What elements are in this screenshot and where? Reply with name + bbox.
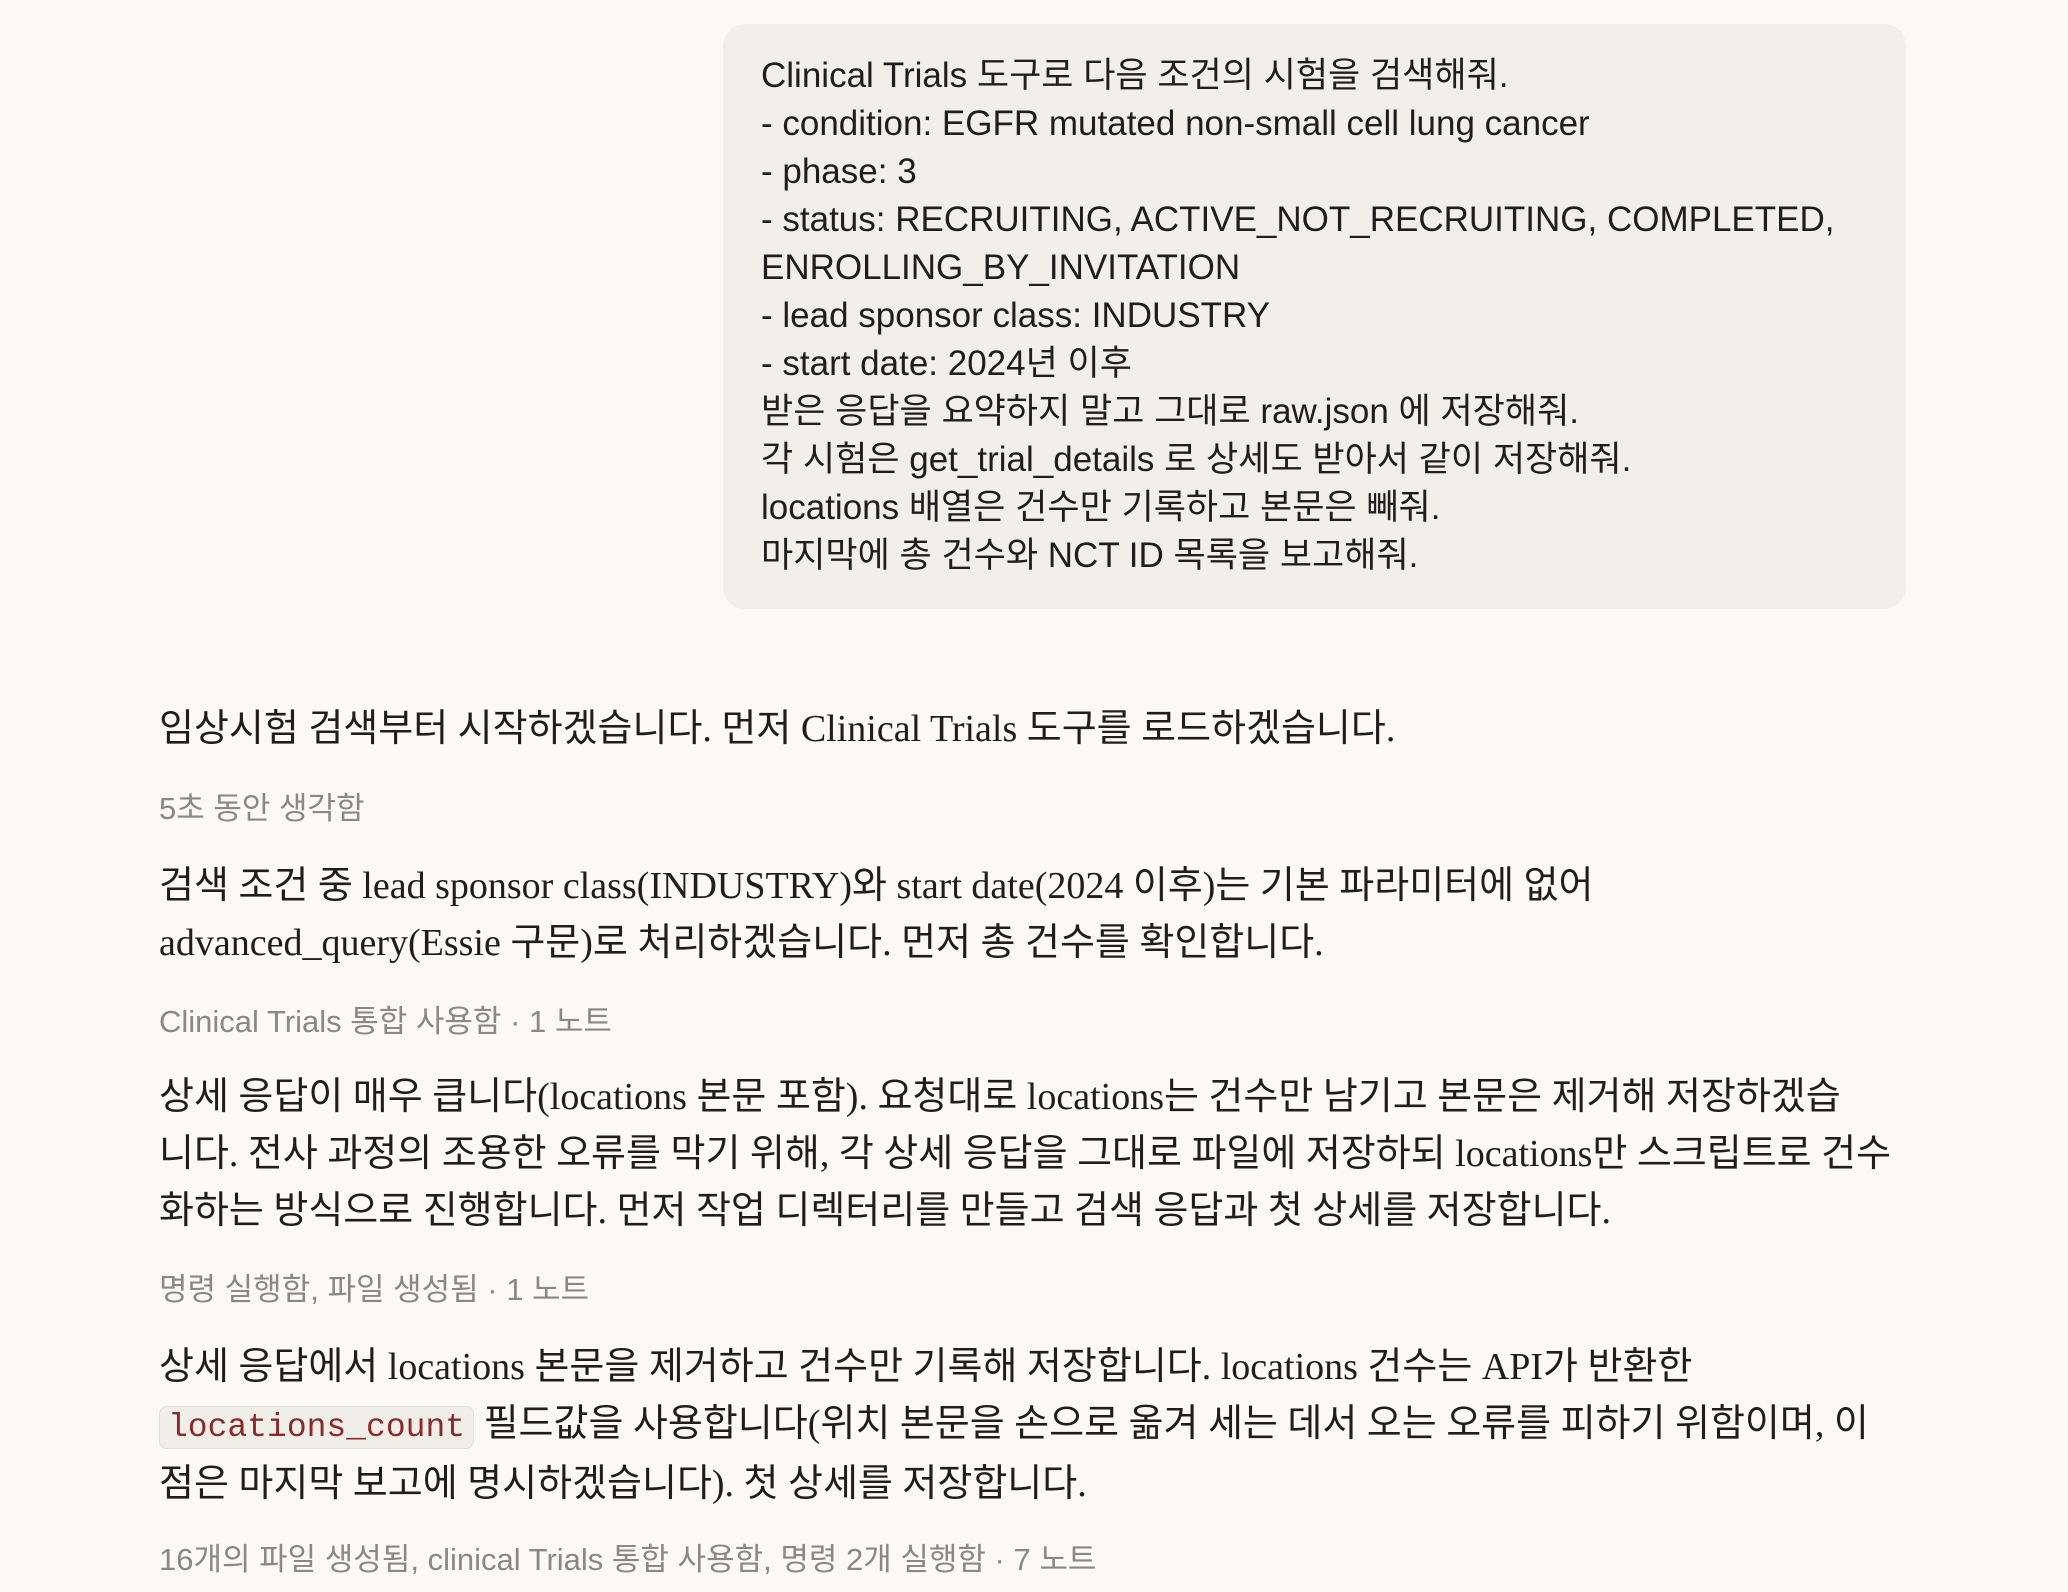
paragraph-line: 상세 응답이 매우 큽니다(locations 본문 포함). 요청대로 loc…	[159, 1076, 1841, 1118]
assistant-paragraph-2: 검색 조건 중 lead sponsor class(INDUSTRY)와 st…	[159, 858, 1839, 972]
assistant-paragraph-1: 임상시험 검색부터 시작하겠습니다. 먼저 Clinical Trials 도구…	[159, 701, 1839, 758]
paragraph-line: 화하는 방식으로 진행합니다. 먼저 작업 디렉터리를 만들고 검색 응답과 첫…	[159, 1190, 1611, 1232]
inline-code: locations_count	[159, 1406, 475, 1449]
paragraph-line: 임상시험 검색부터 시작하겠습니다. 먼저 Clinical Trials 도구…	[159, 708, 1396, 750]
user-message-line: 받은 응답을 요약하지 말고 그대로 raw.json 에 저장해줘.	[761, 392, 1579, 431]
user-message-bubble: Clinical Trials 도구로 다음 조건의 시험을 검색해줘. - c…	[723, 24, 1906, 609]
user-message-line: Clinical Trials 도구로 다음 조건의 시험을 검색해줘.	[761, 56, 1509, 95]
paragraph-line: 점은 마지막 보고에 명시하겠습니다). 첫 상세를 저장합니다.	[159, 1463, 1087, 1505]
assistant-paragraph-3: 상세 응답이 매우 큽니다(locations 본문 포함). 요청대로 loc…	[159, 1069, 1892, 1240]
paragraph-line: advanced_query(Essie 구문)로 처리하겠습니다. 먼저 총 …	[159, 922, 1324, 964]
thinking-summary-toggle[interactable]: 5초 동안 생각함	[159, 789, 365, 829]
user-message-line: - phase: 3	[761, 152, 917, 191]
user-message-line: - start date: 2024년 이후	[761, 344, 1132, 383]
user-message-line: 각 시험은 get_trial_details 로 상세도 받아서 같이 저장해…	[761, 440, 1632, 479]
user-message-line: - condition: EGFR mutated non-small cell…	[761, 104, 1590, 143]
user-message-line: 마지막에 총 건수와 NCT ID 목록을 보고해줘.	[761, 536, 1419, 575]
paragraph-line: 니다. 전사 과정의 조용한 오류를 막기 위해, 각 상세 응답을 그대로 파…	[159, 1133, 1892, 1175]
tool-use-summary-toggle[interactable]: 16개의 파일 생성됨, clinical Trials 통합 사용함, 명령 …	[159, 1540, 1096, 1580]
paragraph-text: 필드값을 사용합니다(위치 본문을 손으로 옮겨 세는 데서 오는 오류를 피하…	[474, 1403, 1869, 1445]
paragraph-line: locations_count 필드값을 사용합니다(위치 본문을 손으로 옮겨…	[159, 1396, 1869, 1456]
user-message-line: ENROLLING_BY_INVITATION	[761, 248, 1241, 287]
user-message-line: - status: RECRUITING, ACTIVE_NOT_RECRUIT…	[761, 200, 1835, 239]
user-message-line: locations 배열은 건수만 기록하고 본문은 빼줘.	[761, 488, 1441, 527]
tool-use-summary-toggle[interactable]: Clinical Trials 통합 사용함 · 1 노트	[159, 1002, 612, 1042]
assistant-paragraph-4: 상세 응답에서 locations 본문을 제거하고 건수만 기록해 저장합니다…	[159, 1339, 1869, 1513]
user-message-line: - lead sponsor class: INDUSTRY	[761, 296, 1270, 335]
paragraph-line: 검색 조건 중 lead sponsor class(INDUSTRY)와 st…	[159, 865, 1594, 907]
paragraph-line: 상세 응답에서 locations 본문을 제거하고 건수만 기록해 저장합니다…	[159, 1346, 1693, 1388]
tool-use-summary-toggle[interactable]: 명령 실행함, 파일 생성됨 · 1 노트	[159, 1270, 589, 1310]
